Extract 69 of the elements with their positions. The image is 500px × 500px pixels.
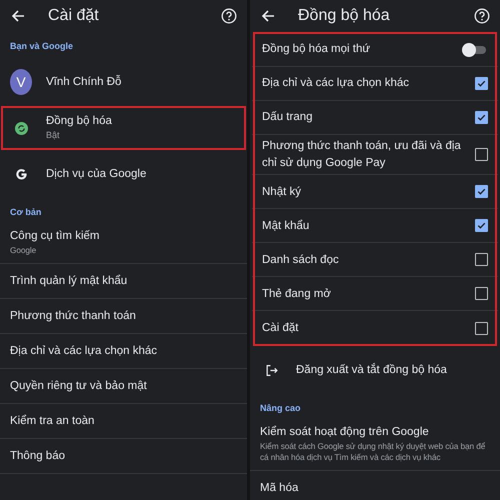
item-label: Dịch vụ của Google	[46, 168, 146, 180]
checkbox[interactable]	[475, 287, 488, 300]
back-icon[interactable]	[260, 8, 276, 24]
settings-item[interactable]: Phương thức thanh toán	[0, 298, 247, 334]
item-label: Đồng bộ hóa	[46, 114, 113, 127]
settings-item[interactable]: Thông báo	[0, 438, 247, 474]
checkbox-row[interactable]: Dấu trang	[252, 101, 498, 135]
option-label: Nhật ký	[262, 184, 302, 200]
settings-item[interactable]: Địa chỉ và các lựa chọn khác	[0, 334, 247, 369]
item-label: Kiểm tra an toàn	[10, 414, 96, 427]
settings-item[interactable]: Mã hóa	[250, 470, 500, 500]
option-label: Đồng bộ hóa mọi thứ	[262, 42, 372, 58]
account-name: Vĩnh Chính Đỗ	[46, 76, 122, 88]
checkbox-row[interactable]: Địa chỉ và các lựa chọn khác	[252, 67, 498, 101]
checkbox-row[interactable]: Mật khẩu	[252, 209, 498, 244]
item-label: Trình quản lý mật khẩu	[10, 274, 128, 287]
item-label: Địa chỉ và các lựa chọn khác	[10, 344, 158, 357]
google-g-icon	[14, 168, 28, 180]
page-title: Cài đặt	[48, 6, 100, 24]
sign-out-item[interactable]: Đăng xuất và tắt đồng bộ hóa	[250, 347, 500, 394]
checkbox-row[interactable]: Thẻ đang mở	[252, 277, 498, 312]
option-label: Cài đặt	[262, 321, 300, 336]
checkbox[interactable]	[475, 322, 488, 335]
item-label: Mã hóa	[260, 482, 300, 494]
settings-item[interactable]: Kiểm soát hoạt động trên Google Kiểm soát cách Google sử dụng nhật ký duyệt web của bạn để cá nhân hóa dịch vụ Tìm kiếm và các dịch vụ khác	[250, 421, 500, 471]
item-label: Kiểm soát hoạt động trên Google	[260, 426, 430, 438]
item-label: Quyền riêng tư và bảo mật	[10, 380, 148, 392]
option-label: Dấu trang	[262, 110, 314, 126]
toggle-row[interactable]: Đồng bộ hóa mọi thứ	[252, 33, 498, 67]
google-services-item[interactable]: Dịch vụ của Google	[0, 151, 247, 197]
item-label: Đăng xuất và tắt đồng bộ hóa	[296, 364, 447, 376]
help-icon[interactable]	[221, 8, 237, 24]
help-icon[interactable]	[474, 8, 490, 24]
settings-item[interactable]: Quyền riêng tư và bảo mật	[0, 368, 247, 404]
option-label: Phương thức thanh toán, ưu đãi và địa chỉ sử dụng Google Pay	[262, 139, 462, 171]
settings-item[interactable]: Kiểm tra an toàn	[0, 404, 247, 439]
item-label: Thông báo	[10, 450, 66, 462]
section-header: Bạn và Google	[9, 40, 74, 53]
item-label: Công cụ tìm kiếm	[10, 230, 100, 242]
checkbox[interactable]	[475, 185, 488, 198]
option-label: Thẻ đang mở	[262, 286, 332, 302]
sync-item[interactable]: Đồng bộ hóa Bật	[0, 105, 247, 151]
item-description: Kiểm soát cách Google sử dụng nhật ký duyệt web của bạn để cá nhân hóa dịch vụ Tìm kiếm và các dịch vụ khác	[260, 441, 486, 463]
toggle-switch[interactable]	[464, 42, 488, 56]
account-item[interactable]: V Vĩnh Chính Đỗ	[0, 59, 247, 105]
checkbox[interactable]	[475, 219, 488, 232]
page-title: Đồng bộ hóa	[298, 6, 391, 24]
checkbox-row[interactable]: Nhật ký	[252, 175, 498, 210]
option-label: Địa chỉ và các lựa chọn khác	[262, 76, 410, 92]
section-header: Cơ bản	[9, 206, 42, 219]
sync-icon	[14, 122, 28, 134]
checkbox-row[interactable]: Phương thức thanh toán, ưu đãi và địa chỉ sử dụng Google Pay	[252, 135, 498, 176]
checkbox-row[interactable]: Cài đặt	[252, 311, 498, 346]
option-label: Danh sách đọc	[262, 252, 340, 268]
option-label: Mật khẩu	[262, 218, 310, 234]
item-label: Phương thức thanh toán	[10, 310, 137, 322]
back-icon[interactable]	[10, 8, 26, 24]
item-description: Google	[10, 245, 38, 256]
checkbox[interactable]	[475, 253, 488, 266]
item-status: Bật	[46, 130, 61, 142]
settings-item[interactable]: Trình quản lý mật khẩu	[0, 264, 247, 299]
checkbox[interactable]	[475, 148, 488, 162]
checkbox[interactable]	[475, 77, 488, 90]
checkbox-row[interactable]: Danh sách đọc	[252, 243, 498, 278]
section-header: Nâng cao	[259, 402, 302, 416]
settings-item[interactable]: Công cụ tìm kiếm Google	[0, 225, 247, 264]
checkbox[interactable]	[475, 111, 488, 124]
avatar: V	[10, 69, 32, 95]
sign-out-icon	[264, 364, 278, 377]
